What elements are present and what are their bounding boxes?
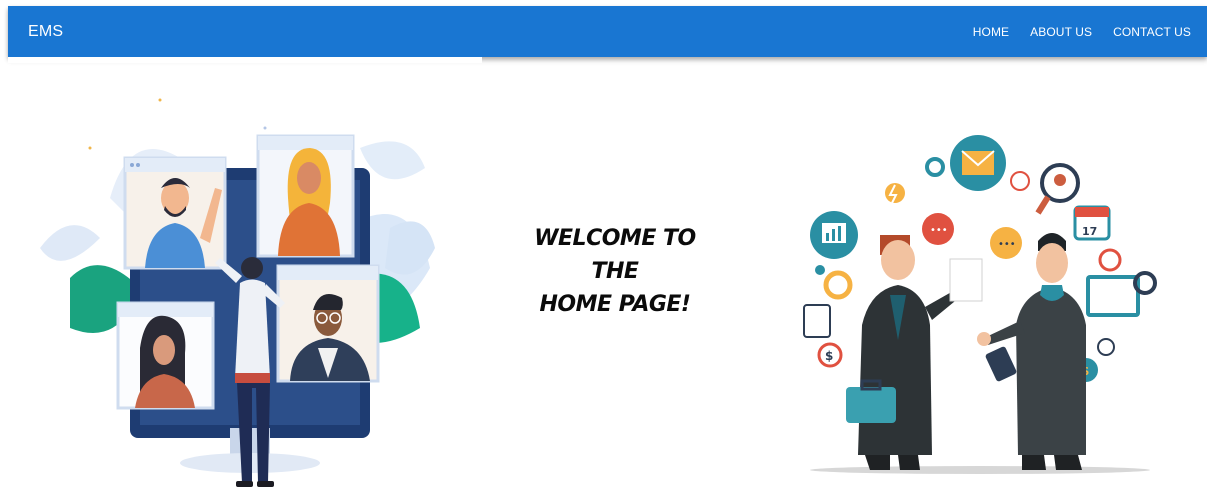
svg-text:17: 17 (1082, 225, 1097, 238)
nav-link-about-us[interactable]: ABOUT US (1030, 25, 1092, 39)
nav-link-contact-us[interactable]: CONTACT US (1113, 25, 1191, 39)
svg-text:•••: ••• (930, 225, 948, 236)
svg-text:$: $ (825, 349, 833, 363)
welcome-line-1: WELCOME TO (534, 226, 696, 251)
welcome-line-3: HOME PAGE! (539, 292, 691, 317)
top-app-bar: EMS HOME ABOUT US CONTACT US (8, 6, 1207, 57)
business-meeting-illustration: ••• ••• 17 $ $ (803, 135, 1157, 474)
welcome-heading: WELCOME TO THE HOME PAGE! (500, 222, 730, 321)
brand-logo[interactable]: EMS (28, 23, 63, 41)
nav-menu: HOME ABOUT US CONTACT US (973, 25, 1191, 39)
welcome-line-2: THE (591, 259, 639, 284)
header-shadow-mask (8, 57, 482, 63)
svg-text:•••: ••• (998, 239, 1016, 250)
video-conference-illustration (40, 98, 435, 487)
nav-link-home[interactable]: HOME (973, 25, 1009, 39)
